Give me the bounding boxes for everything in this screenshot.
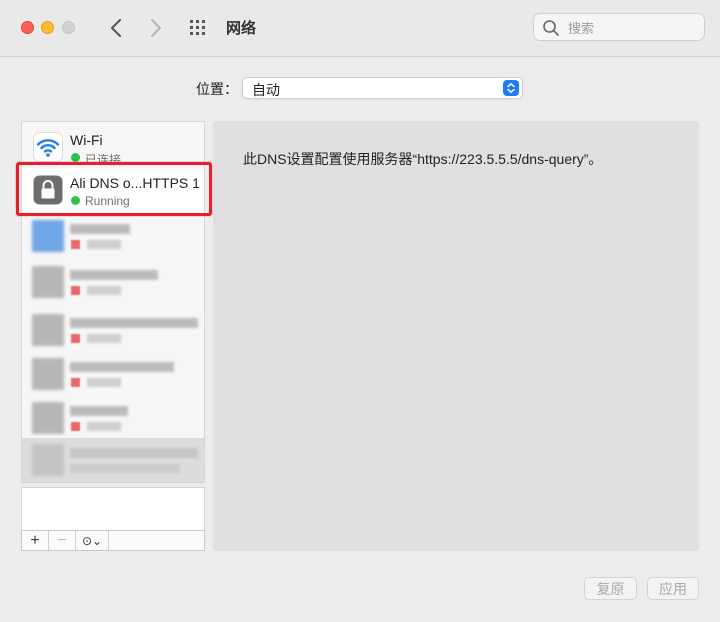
status-dot-icon	[71, 422, 80, 431]
search-field[interactable]	[533, 13, 705, 41]
obscured-icon	[32, 314, 64, 346]
obscured-service-item[interactable]	[22, 396, 204, 440]
selection-highlight-annotation	[16, 162, 212, 216]
status-dot-icon	[71, 240, 80, 249]
obscured-text	[87, 240, 121, 249]
obscured-text	[70, 270, 158, 280]
show-all-grid-icon[interactable]	[189, 19, 209, 37]
wifi-icon	[33, 132, 63, 162]
chevron-right-icon	[151, 19, 161, 37]
minimize-window-button[interactable]	[41, 21, 54, 34]
obscured-text	[70, 224, 130, 234]
obscured-text	[87, 378, 121, 387]
obscured-text	[70, 362, 174, 372]
obscured-text	[70, 406, 128, 416]
search-input[interactable]	[566, 18, 700, 38]
add-service-button[interactable]: +	[22, 531, 49, 550]
service-list-empty-area	[21, 487, 205, 530]
close-window-button[interactable]	[21, 21, 34, 34]
obscured-icon	[32, 220, 64, 252]
obscured-service-item[interactable]	[22, 352, 204, 396]
service-name: Wi-Fi	[70, 132, 103, 148]
network-preferences-window: 网络 位置： 自动 Wi-Fi	[0, 0, 720, 622]
location-label: 位置：	[196, 81, 238, 97]
detail-panel: 此DNS设置配置使用服务器“https://223.5.5.5/dns-quer…	[213, 121, 699, 551]
obscured-icon	[32, 266, 64, 298]
chevron-left-icon	[111, 19, 121, 37]
obscured-service-item[interactable]	[22, 308, 204, 352]
obscured-text	[70, 318, 198, 328]
obscured-text	[87, 422, 121, 431]
obscured-service-item[interactable]	[22, 214, 204, 258]
dns-description: 此DNS设置配置使用服务器“https://223.5.5.5/dns-quer…	[243, 151, 603, 167]
back-button[interactable]	[106, 16, 126, 40]
status-dot-icon	[71, 286, 80, 295]
search-icon	[543, 20, 559, 36]
location-select[interactable]: 自动	[242, 77, 523, 99]
location-value: 自动	[252, 82, 280, 98]
status-dot-icon	[71, 334, 80, 343]
revert-button[interactable]: 复原	[584, 577, 637, 600]
zoom-window-button[interactable]	[62, 21, 75, 34]
obscured-service-item[interactable]	[22, 260, 204, 304]
obscured-text	[70, 464, 180, 473]
obscured-text	[87, 286, 121, 295]
obscured-text	[87, 334, 121, 343]
obscured-icon	[32, 402, 64, 434]
obscured-text	[70, 448, 198, 458]
apply-button[interactable]: 应用	[647, 577, 699, 600]
status-dot-icon	[71, 153, 80, 162]
updown-chevron-icon	[503, 80, 519, 96]
remove-service-button[interactable]: −	[49, 531, 76, 550]
status-dot-icon	[71, 378, 80, 387]
service-list-toolbar: + − ⊙⌄	[21, 530, 205, 551]
forward-button[interactable]	[146, 16, 166, 40]
window-title: 网络	[226, 20, 257, 37]
obscured-icon	[32, 358, 64, 390]
obscured-icon	[32, 444, 64, 476]
title-bar: 网络	[0, 0, 720, 57]
action-menu-button[interactable]: ⊙⌄	[76, 531, 109, 550]
obscured-service-item[interactable]	[22, 438, 204, 482]
